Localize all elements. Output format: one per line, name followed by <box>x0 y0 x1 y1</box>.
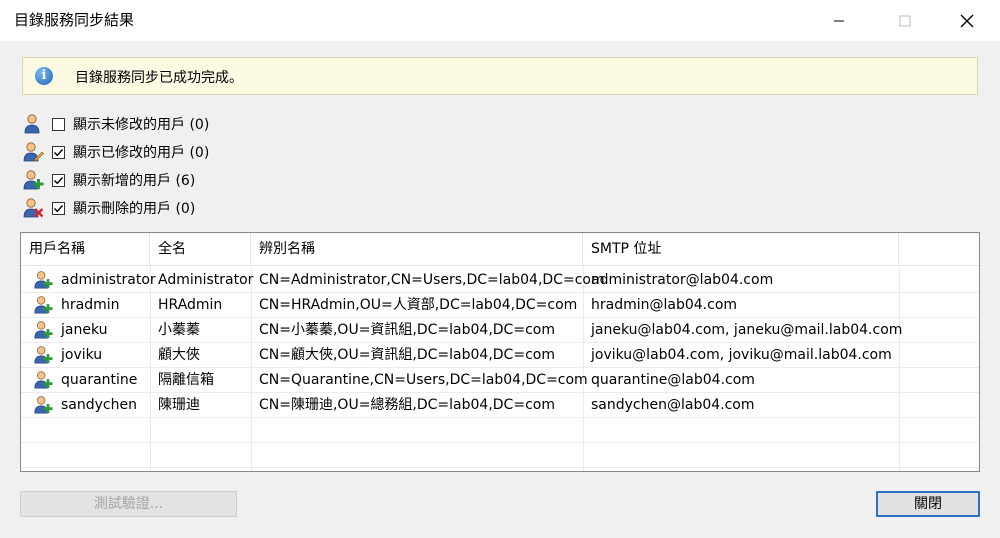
column-header-username[interactable]: 用戶名稱 <box>21 233 150 265</box>
users-table[interactable]: 用戶名稱 全名 辨別名稱 SMTP 位址 administrator Admin… <box>20 232 980 472</box>
user-delete-icon <box>23 198 44 218</box>
checkbox-unmodified[interactable] <box>52 117 65 131</box>
table-header: 用戶名稱 全名 辨別名稱 SMTP 位址 <box>21 233 979 266</box>
username-text: administrator <box>61 272 156 288</box>
table-row-empty <box>21 443 979 468</box>
title-bar: 目錄服務同步結果 <box>0 0 1000 41</box>
username-text: hradmin <box>61 297 120 313</box>
info-message: 目錄服務同步已成功完成。 <box>75 70 243 86</box>
cell-fullname: Administrator <box>158 272 254 288</box>
username-text: sandychen <box>61 397 137 413</box>
user-add-icon <box>23 170 44 190</box>
cell-username: quarantine <box>21 368 150 393</box>
username-text: quarantine <box>61 372 138 388</box>
table-row-empty <box>21 418 979 443</box>
column-header-fullname[interactable]: 全名 <box>150 233 251 265</box>
cell-fullname: 小蓁蓁 <box>158 322 200 338</box>
table-row[interactable]: janeku 小蓁蓁 CN=小蓁蓁,OU=資訊組,DC=lab04,DC=com… <box>21 318 979 343</box>
filter-deleted[interactable]: 顯示刪除的用戶 (0) <box>22 197 195 219</box>
cell-dn: CN=陳珊迪,OU=總務組,DC=lab04,DC=com <box>259 397 555 413</box>
maximize-button[interactable] <box>882 0 928 41</box>
cell-smtp: quarantine@lab04.com <box>591 372 755 388</box>
user-add-icon <box>34 296 53 314</box>
window-title: 目錄服務同步結果 <box>14 11 135 29</box>
info-bar: i 目錄服務同步已成功完成。 <box>22 57 978 95</box>
checkmark-icon <box>54 148 64 156</box>
cell-username: janeku <box>21 318 150 343</box>
cell-fullname: 陳珊迪 <box>158 397 200 413</box>
checkmark-icon <box>54 176 64 184</box>
checkmark-icon <box>54 204 64 212</box>
close-button[interactable]: 關閉 <box>876 491 980 517</box>
cell-username: joviku <box>21 343 150 368</box>
filter-added[interactable]: 顯示新增的用戶 (6) <box>22 169 195 191</box>
table-row[interactable]: hradmin HRAdmin CN=HRAdmin,OU=人資部,DC=lab… <box>21 293 979 318</box>
cell-dn: CN=HRAdmin,OU=人資部,DC=lab04,DC=com <box>259 297 578 313</box>
cell-fullname: HRAdmin <box>158 297 223 313</box>
user-add-icon <box>34 396 53 414</box>
test-verify-button[interactable]: 測試驗證... <box>20 491 237 517</box>
column-header-dn[interactable]: 辨別名稱 <box>251 233 583 265</box>
cell-dn: CN=Administrator,CN=Users,DC=lab04,DC=co… <box>259 272 605 288</box>
filter-label-unmodified: 顯示未修改的用戶 (0) <box>73 117 210 133</box>
cell-smtp: administrator@lab04.com <box>591 272 774 288</box>
cell-smtp: joviku@lab04.com, joviku@mail.lab04.com <box>591 347 892 363</box>
user-add-icon <box>34 321 53 339</box>
cell-username: sandychen <box>21 393 150 418</box>
filter-label-modified: 顯示已修改的用戶 (0) <box>73 145 210 161</box>
cell-fullname: 隔離信箱 <box>158 372 214 388</box>
filter-label-added: 顯示新增的用戶 (6) <box>73 173 196 189</box>
minimize-icon <box>834 20 844 21</box>
filter-unmodified[interactable]: 顯示未修改的用戶 (0) <box>22 113 209 135</box>
info-icon: i <box>35 67 53 85</box>
cell-username: hradmin <box>21 293 150 318</box>
user-add-icon <box>34 346 53 364</box>
cell-dn: CN=小蓁蓁,OU=資訊組,DC=lab04,DC=com <box>259 322 555 338</box>
cell-dn: CN=顧大俠,OU=資訊組,DC=lab04,DC=com <box>259 347 555 363</box>
filter-modified[interactable]: 顯示已修改的用戶 (0) <box>22 141 209 163</box>
table-row[interactable]: joviku 顧大俠 CN=顧大俠,OU=資訊組,DC=lab04,DC=com… <box>21 343 979 368</box>
close-window-button[interactable] <box>944 0 990 41</box>
column-header-smtp[interactable]: SMTP 位址 <box>583 233 899 265</box>
username-text: joviku <box>61 347 103 363</box>
username-text: janeku <box>61 322 108 338</box>
cell-fullname: 顧大俠 <box>158 347 200 363</box>
checkbox-added[interactable] <box>52 173 65 187</box>
user-edit-icon <box>23 142 44 162</box>
table-row[interactable]: quarantine 隔離信箱 CN=Quarantine,CN=Users,D… <box>21 368 979 393</box>
user-add-icon <box>34 371 53 389</box>
minimize-button[interactable] <box>816 0 862 41</box>
checkbox-modified[interactable] <box>52 145 65 159</box>
user-icon <box>24 114 40 134</box>
filter-label-deleted: 顯示刪除的用戶 (0) <box>73 201 196 217</box>
maximize-icon <box>899 15 911 26</box>
cell-username: administrator <box>21 268 156 293</box>
table-row[interactable]: administrator Administrator CN=Administr… <box>21 268 979 293</box>
cell-smtp: hradmin@lab04.com <box>591 297 738 313</box>
user-add-icon <box>34 271 53 289</box>
close-icon <box>960 14 974 27</box>
table-row[interactable]: sandychen 陳珊迪 CN=陳珊迪,OU=總務組,DC=lab04,DC=… <box>21 393 979 418</box>
checkbox-deleted[interactable] <box>52 201 65 215</box>
cell-smtp: janeku@lab04.com, janeku@mail.lab04.com <box>591 322 903 338</box>
cell-smtp: sandychen@lab04.com <box>591 397 755 413</box>
cell-dn: CN=Quarantine,CN=Users,DC=lab04,DC=com <box>259 372 588 388</box>
